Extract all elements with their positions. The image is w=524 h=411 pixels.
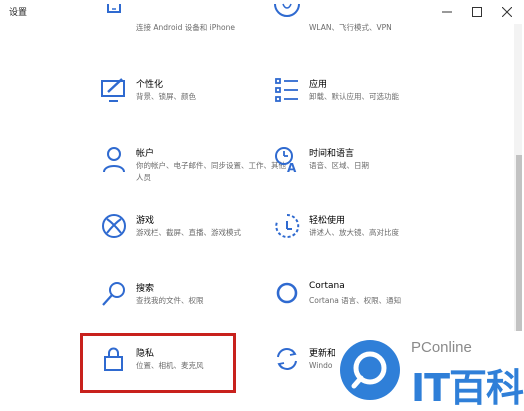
tile-name: 帐户 — [136, 149, 155, 159]
tile-name: 个性化 — [136, 80, 164, 90]
globe-icon — [273, 2, 301, 30]
cortana-icon — [273, 280, 301, 308]
tile-desc: WLAN、飞行模式、VPN — [309, 23, 392, 32]
tile-apps[interactable]: 应用 卸载、默认应用、可选功能 — [273, 76, 463, 138]
tile-name: Cortana — [309, 281, 345, 291]
search-icon — [100, 280, 128, 308]
watermark-sub: IT百科 — [411, 366, 524, 410]
tile-name: 轻松使用 — [309, 216, 346, 226]
time-language-icon: A — [273, 145, 301, 173]
maximize-icon — [472, 7, 482, 17]
tile-desc: 你的帐户、电子邮件、同步设置、工作、其他人员 — [136, 161, 286, 182]
tile-name: 时间和语言 — [309, 149, 355, 159]
tile-desc: 语音、区域、日期 — [309, 161, 369, 170]
tile-name: 游戏 — [136, 216, 155, 226]
window-title: 设置 — [9, 8, 28, 18]
phone-icon — [100, 2, 128, 30]
tile-desc: 背景、锁屏、颜色 — [136, 92, 196, 101]
paint-monitor-icon — [100, 76, 128, 104]
tile-name: 应用 — [309, 80, 328, 90]
tile-name: 更新和 — [309, 349, 337, 359]
xbox-icon — [100, 212, 128, 240]
tile-desc: 卸载、默认应用、可选功能 — [309, 92, 399, 101]
close-button[interactable] — [492, 0, 522, 24]
tile-personalization[interactable]: 个性化 背景、锁屏、颜色 — [100, 76, 290, 138]
tile-desc: 连接 Android 设备和 iPhone — [136, 23, 235, 32]
tile-phone[interactable]: 连接 Android 设备和 iPhone — [100, 2, 290, 64]
watermark-brand: PConline — [411, 339, 472, 356]
person-icon — [100, 145, 128, 173]
maximize-button[interactable] — [462, 0, 492, 24]
svg-text:A: A — [287, 161, 297, 173]
tile-time-language[interactable]: A 时间和语言 语音、区域、日期 — [273, 145, 463, 207]
tile-desc: 讲述人、放大镜、高对比度 — [309, 228, 399, 237]
tile-network[interactable]: WLAN、飞行模式、VPN — [273, 2, 463, 64]
tile-accounts[interactable]: 帐户 你的帐户、电子邮件、同步设置、工作、其他人员 — [100, 145, 290, 207]
tile-ease-of-access[interactable]: 轻松使用 讲述人、放大镜、高对比度 — [273, 212, 463, 274]
tile-gaming[interactable]: 游戏 游戏栏、截屏、直播、游戏模式 — [100, 212, 290, 274]
watermark: PConline IT百科 — [335, 331, 524, 411]
watermark-logo — [340, 340, 400, 400]
ease-of-access-icon — [273, 212, 301, 240]
tile-desc: Cortana 语言、权限、通知 — [309, 296, 402, 305]
tile-desc: 游戏栏、截屏、直播、游戏模式 — [136, 228, 241, 237]
privacy-highlight-box — [80, 333, 236, 393]
tile-desc: 查找我的文件、权限 — [136, 296, 204, 305]
tile-name: 搜索 — [136, 284, 155, 294]
apps-list-icon — [273, 76, 301, 104]
sync-icon — [273, 345, 301, 373]
close-icon — [502, 7, 512, 17]
